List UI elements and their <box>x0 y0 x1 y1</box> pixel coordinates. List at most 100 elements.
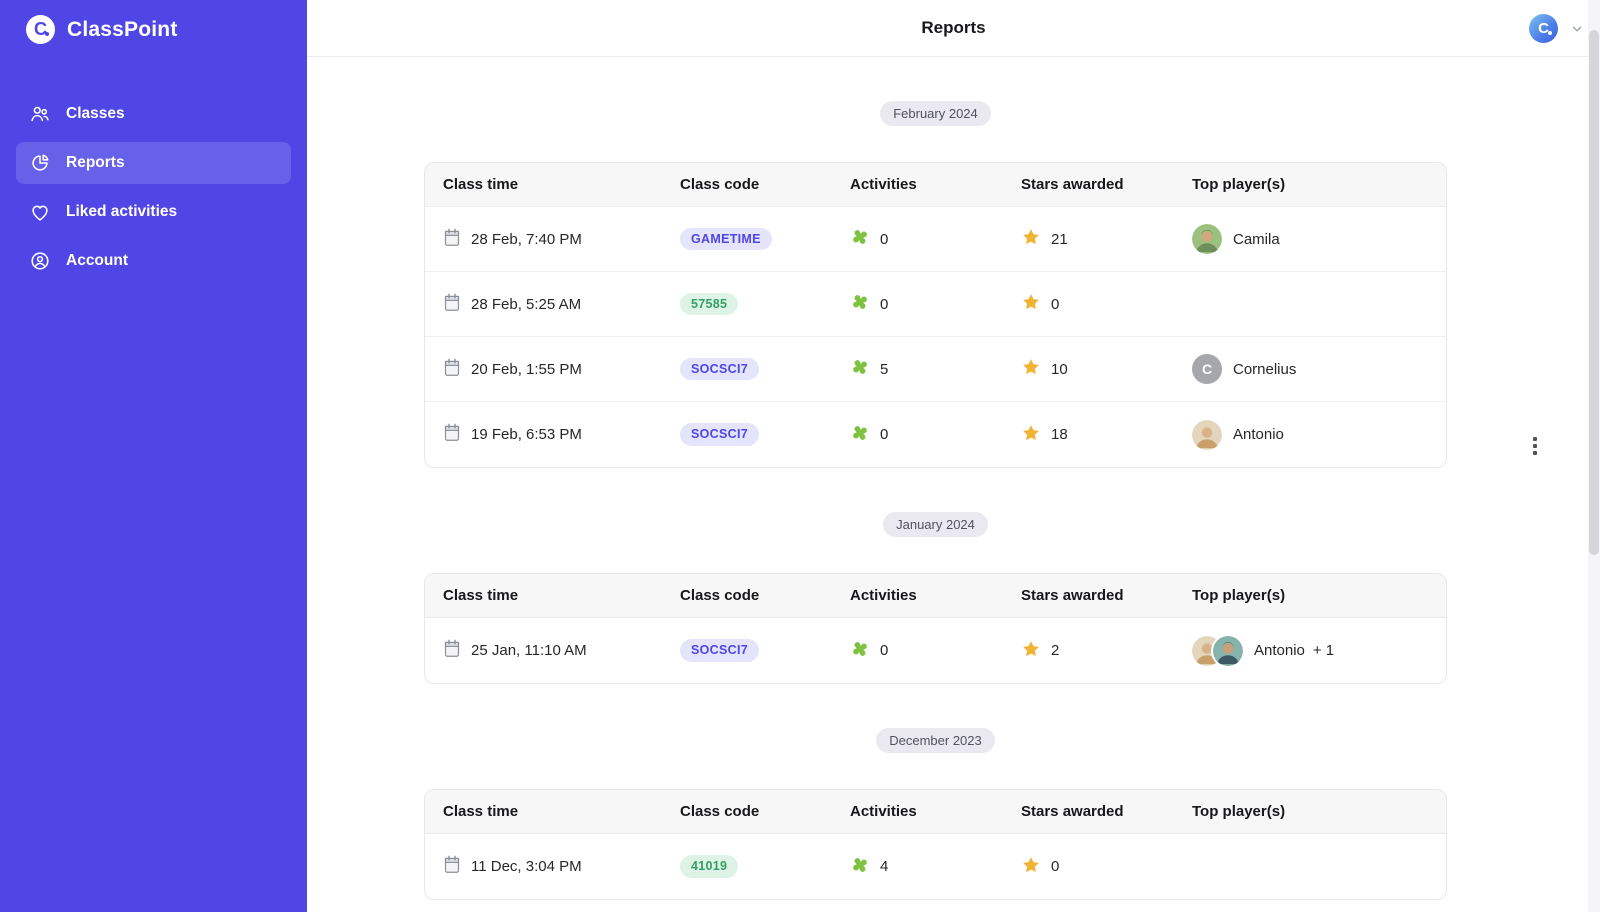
month-badge: February 2024 <box>880 101 991 126</box>
scrollbar-thumb[interactable] <box>1589 30 1599 555</box>
column-header: Class time <box>443 587 519 604</box>
sidebar-item-reports[interactable]: Reports <box>16 142 291 184</box>
activities-cell: 4 <box>850 855 1021 879</box>
column-header: Top player(s) <box>1192 176 1286 193</box>
column-header: Stars awarded <box>1021 587 1124 604</box>
class-time-text: 19 Feb, 6:53 PM <box>471 426 582 443</box>
calendar-icon <box>443 423 461 446</box>
class-code-badge[interactable]: 57585 <box>680 292 739 316</box>
stars-count: 21 <box>1051 230 1068 248</box>
class-code-badge[interactable]: SOCSCI7 <box>680 357 759 381</box>
sidebar-item-label: Classes <box>66 105 125 122</box>
classpoint-logo-icon: C <box>26 15 55 44</box>
activities-cell: 0 <box>850 639 1021 663</box>
activities-count: 5 <box>880 360 889 378</box>
class-code-badge[interactable]: 41019 <box>680 855 739 878</box>
top-players-cell: C Cornelius <box>1192 354 1428 384</box>
table-header-row: Class time Class code Activities Stars awar… <box>425 574 1446 618</box>
table-header-row: Class time Class code Activities Stars awar… <box>425 163 1446 207</box>
stars-count: 10 <box>1051 360 1068 378</box>
star-icon <box>1021 423 1041 447</box>
puzzle-icon <box>850 423 870 447</box>
activities-cell: 5 <box>850 357 1021 381</box>
table-header-row: Class time Class code Activities Stars awar… <box>425 790 1446 834</box>
class-time-text: 20 Feb, 1:55 PM <box>471 360 582 378</box>
month-badge-row: December 2023 <box>424 728 1447 753</box>
class-code-badge[interactable]: GAMETIME <box>680 227 772 251</box>
table-row[interactable]: 28 Feb, 5:25 AM 57585 0 0 <box>425 272 1446 337</box>
scrollbar-track[interactable] <box>1588 0 1600 912</box>
calendar-icon <box>443 228 461 251</box>
activities-count: 0 <box>880 426 889 443</box>
month-badge: December 2023 <box>876 728 995 753</box>
stars-awarded-cell: 2 <box>1021 639 1192 663</box>
month-badge-row: January 2024 <box>424 512 1447 537</box>
top-players-cell: Camila <box>1192 224 1428 254</box>
column-header: Class time <box>443 176 519 193</box>
table-row[interactable]: 20 Feb, 1:55 PM SOCSCI7 5 10 C Cornelius <box>425 337 1446 402</box>
sidebar-nav: Classes Reports Liked activities Account <box>0 93 307 282</box>
stars-count: 0 <box>1051 295 1060 313</box>
stars-awarded-cell: 18 <box>1021 423 1192 447</box>
column-header: Activities <box>850 176 917 193</box>
more-options-icon[interactable] <box>1529 433 1541 459</box>
activities-count: 0 <box>880 642 889 659</box>
class-time-text: 28 Feb, 5:25 AM <box>471 295 582 313</box>
chevron-down-icon[interactable] <box>1570 22 1584 36</box>
sidebar-item-liked-activities[interactable]: Liked activities <box>16 191 291 233</box>
class-time-cell: 11 Dec, 3:04 PM <box>443 855 680 878</box>
account-menu: C <box>1529 14 1584 43</box>
star-icon <box>1021 357 1041 381</box>
puzzle-icon <box>850 639 870 663</box>
user-avatar[interactable]: C <box>1529 14 1558 43</box>
star-icon <box>1021 855 1041 879</box>
column-header: Activities <box>850 587 917 604</box>
activities-cell: 0 <box>850 423 1021 447</box>
player-avatar: C <box>1192 354 1222 384</box>
class-code-badge[interactable]: SOCSCI7 <box>680 423 759 446</box>
puzzle-icon <box>850 855 870 879</box>
stars-count: 0 <box>1051 858 1060 875</box>
class-code-cell: 57585 <box>680 292 850 316</box>
stars-awarded-cell: 21 <box>1021 227 1192 251</box>
player-avatar <box>1213 635 1243 666</box>
column-header: Top player(s) <box>1192 587 1286 604</box>
column-header: Class code <box>680 803 760 820</box>
table-row[interactable]: 25 Jan, 11:10 AM SOCSCI7 0 2 Antonio + 1 <box>425 618 1446 683</box>
avatar-stack <box>1192 419 1222 450</box>
table-row[interactable]: 28 Feb, 7:40 PM GAMETIME 0 21 Camila <box>425 207 1446 272</box>
avatar-stack <box>1192 635 1243 666</box>
column-header: Stars awarded <box>1021 803 1124 820</box>
stars-count: 2 <box>1051 642 1060 659</box>
class-code-badge[interactable]: SOCSCI7 <box>680 639 759 662</box>
player-name: Antonio <box>1233 426 1284 443</box>
puzzle-icon <box>850 292 870 316</box>
sidebar-item-account[interactable]: Account <box>16 240 291 282</box>
player-extra-count: + 1 <box>1312 642 1335 659</box>
activities-count: 4 <box>880 858 889 875</box>
stars-awarded-cell: 10 <box>1021 357 1192 381</box>
puzzle-icon <box>850 227 870 251</box>
puzzle-icon <box>850 357 870 381</box>
person-circle-icon <box>29 250 51 272</box>
class-time-cell: 20 Feb, 1:55 PM <box>443 358 680 381</box>
table-row[interactable]: 11 Dec, 3:04 PM 41019 4 0 <box>425 834 1446 899</box>
class-time-cell: 28 Feb, 7:40 PM <box>443 228 680 251</box>
top-players-cell: Antonio + 1 <box>1192 635 1428 666</box>
player-avatar <box>1192 419 1222 450</box>
column-header: Activities <box>850 803 917 820</box>
sidebar-item-label: Reports <box>66 154 125 171</box>
sidebar: C ClassPoint Classes Reports Liked activit… <box>0 0 307 912</box>
month-section: December 2023 Class time Class code Activit… <box>424 728 1447 900</box>
avatar-stack: C <box>1192 354 1222 384</box>
class-code-cell: SOCSCI7 <box>680 357 850 381</box>
people-icon <box>29 103 51 125</box>
table-row[interactable]: 19 Feb, 6:53 PM SOCSCI7 0 18 Antonio <box>425 402 1446 467</box>
activities-cell: 0 <box>850 227 1021 251</box>
activities-count: 0 <box>880 295 889 313</box>
sidebar-item-classes[interactable]: Classes <box>16 93 291 135</box>
month-section: January 2024 Class time Class code Activiti… <box>424 512 1447 684</box>
pie-chart-icon <box>29 152 51 174</box>
sidebar-item-label: Liked activities <box>66 203 178 220</box>
reports-content: February 2024 Class time Class code Activit… <box>307 57 1447 900</box>
